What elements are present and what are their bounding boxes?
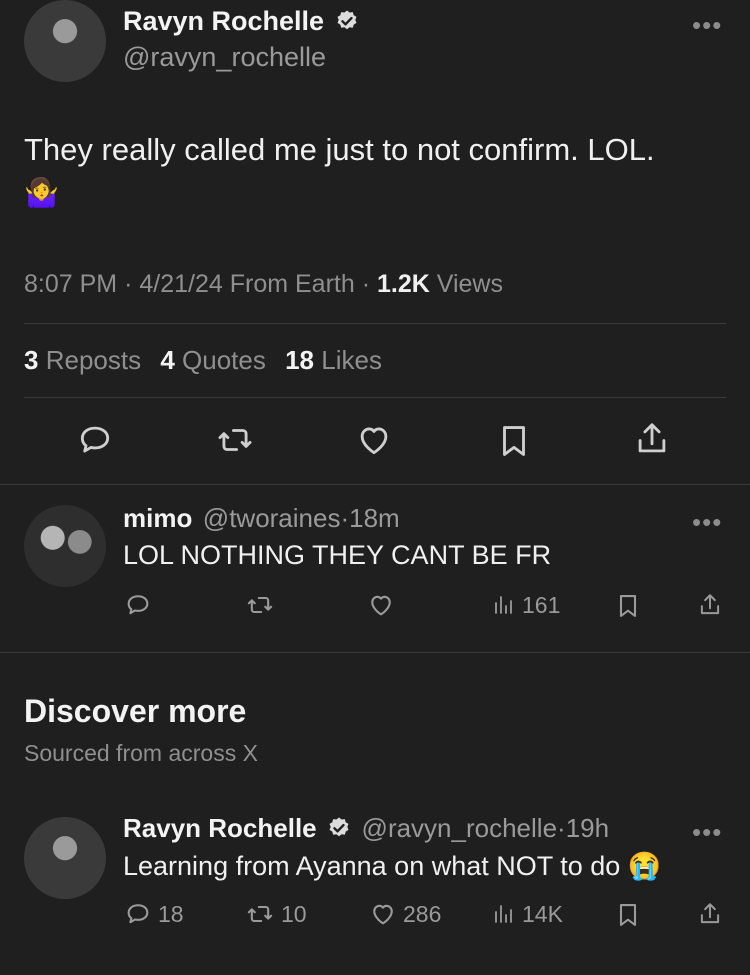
views-label: Views: [436, 270, 503, 298]
discover-author-handle[interactable]: @ravyn_rochelle: [362, 813, 557, 843]
likes-label: Likes: [321, 345, 382, 375]
discover-author-name[interactable]: Ravyn Rochelle: [123, 813, 317, 843]
tweet-text: They really called me just to not confir…: [24, 132, 655, 167]
reposts-count: 3: [24, 345, 39, 375]
reply-separator: ·: [340, 503, 350, 533]
discover-text: Learning from Ayanna on what NOT to do: [123, 851, 621, 881]
tweet-time[interactable]: 8:07 PM: [24, 270, 117, 298]
discover-bookmark-button[interactable]: [614, 900, 642, 930]
discover-text-row: Learning from Ayanna on what NOT to do 😭: [123, 850, 661, 882]
discover-like-button[interactable]: 286: [369, 900, 441, 928]
reply-avatar[interactable]: [24, 505, 106, 587]
discover-likes-count: 286: [403, 900, 442, 927]
share-icon: [700, 903, 720, 924]
reply-views-count: 161: [522, 591, 561, 618]
divider: [0, 484, 750, 485]
views-icon: [495, 905, 512, 923]
repost-icon: [247, 905, 273, 923]
discover-age[interactable]: 19h: [566, 813, 609, 843]
more-icon[interactable]: •••: [692, 817, 722, 848]
meta-separator: ·: [361, 270, 371, 298]
quotes-count: 4: [160, 345, 175, 375]
share-icon: [700, 594, 720, 615]
reply-icon: [80, 426, 110, 453]
like-icon: [371, 595, 391, 616]
divider: [0, 652, 750, 653]
reply-author-name[interactable]: mimo: [123, 503, 192, 533]
reply-header: mimo @tworaines·18m: [123, 503, 400, 534]
like-icon: [360, 427, 388, 455]
share-icon: [638, 423, 666, 453]
divider: [24, 323, 726, 324]
discover-share-button[interactable]: [697, 900, 723, 928]
reply-age[interactable]: 18m: [349, 503, 400, 533]
reply-author-handle[interactable]: @tworaines: [203, 503, 341, 533]
bookmark-button[interactable]: [495, 421, 533, 461]
reply-icon: [127, 904, 149, 924]
meta-separator: ·: [124, 270, 133, 298]
reply-text: LOL NOTHING THEY CANT BE FR: [123, 540, 552, 570]
repost-icon: [218, 429, 252, 451]
reposts-label: Reposts: [45, 345, 142, 375]
views-count: 1.2K: [376, 270, 430, 298]
discover-emoji: 😭: [627, 851, 662, 881]
repost-button[interactable]: [215, 421, 255, 459]
quotes-label: Quotes: [182, 345, 266, 375]
author-avatar[interactable]: [24, 0, 106, 82]
author-handle[interactable]: @ravyn_rochelle: [123, 42, 326, 73]
engagement-stats: 3 Reposts 4 Quotes 18 Likes: [24, 345, 382, 376]
bookmark-icon: [503, 426, 525, 456]
author-name[interactable]: Ravyn Rochelle: [123, 6, 324, 36]
author-name-row[interactable]: Ravyn Rochelle: [123, 6, 359, 37]
reply-like-button[interactable]: [367, 591, 395, 619]
reposts-stat[interactable]: 3 Reposts: [24, 345, 141, 375]
tweet-date[interactable]: 4/21/24: [139, 270, 222, 298]
like-button[interactable]: [355, 421, 393, 459]
discover-reposts-count: 10: [281, 900, 307, 927]
discover-separator: ·: [557, 813, 566, 843]
reply-bookmark-button[interactable]: [614, 591, 642, 621]
discover-replies-count: 18: [158, 900, 184, 927]
verified-icon: [329, 817, 349, 837]
discover-title: Discover more: [24, 693, 247, 729]
tweet-emoji: 🤷‍♀️: [24, 177, 59, 208]
verified-icon: [337, 10, 357, 30]
reply-repost-button[interactable]: [245, 591, 275, 619]
tweet-source: From Earth: [229, 270, 355, 298]
like-icon: [373, 904, 393, 925]
bookmark-icon: [619, 595, 637, 617]
discover-subtitle: Sourced from across X: [24, 740, 258, 766]
reply-share-button[interactable]: [697, 591, 723, 619]
views-icon: [495, 596, 512, 614]
reply-button[interactable]: [76, 421, 114, 459]
repost-icon: [247, 596, 273, 614]
tweet-meta: 8:07 PM · 4/21/24 From Earth · 1.2K View…: [24, 270, 503, 299]
reply-reply-button[interactable]: [124, 591, 152, 619]
discover-reply-button[interactable]: 18: [124, 900, 184, 928]
discover-avatar[interactable]: [24, 817, 106, 899]
more-icon[interactable]: •••: [692, 507, 722, 538]
discover-header: Ravyn Rochelle @ravyn_rochelle·19h: [123, 813, 609, 844]
bookmark-icon: [619, 904, 637, 926]
discover-views-button[interactable]: 14K: [492, 900, 563, 928]
likes-stat[interactable]: 18 Likes: [285, 345, 382, 375]
discover-repost-button[interactable]: 10: [245, 900, 307, 928]
divider: [24, 397, 726, 398]
discover-views-count: 14K: [522, 900, 563, 927]
reply-views-button[interactable]: 161: [492, 591, 560, 619]
share-button[interactable]: [633, 419, 671, 459]
quotes-stat[interactable]: 4 Quotes: [160, 345, 266, 375]
more-icon[interactable]: •••: [692, 10, 722, 41]
likes-count: 18: [285, 345, 315, 375]
reply-icon: [127, 595, 149, 615]
